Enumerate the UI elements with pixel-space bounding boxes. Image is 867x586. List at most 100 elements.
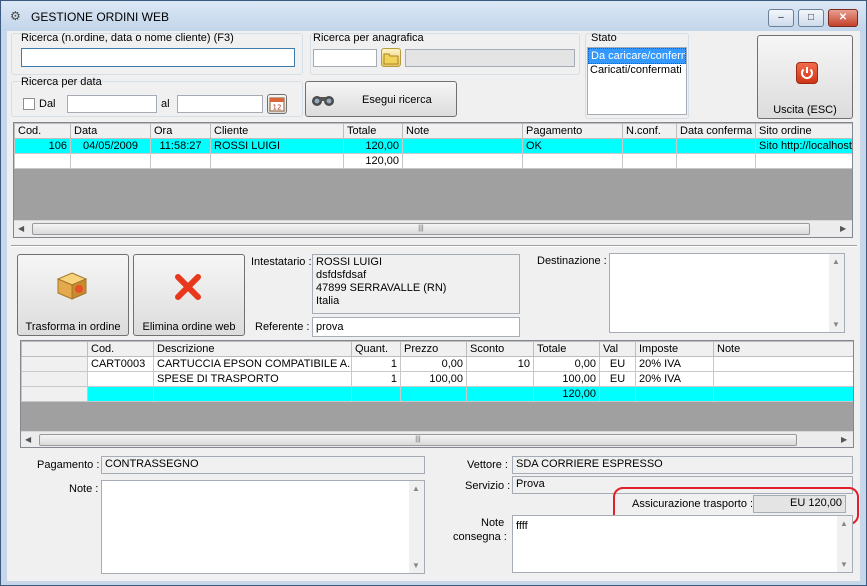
table-cell: EU bbox=[599, 356, 636, 372]
scroll-thumb[interactable]: ||| bbox=[32, 223, 810, 235]
column-header[interactable]: Cod. bbox=[14, 123, 71, 139]
table-row[interactable]: 120,00 bbox=[21, 386, 853, 402]
column-header[interactable] bbox=[21, 341, 88, 357]
scroll-right-icon[interactable]: ▶ bbox=[841, 435, 847, 444]
column-header[interactable]: Val bbox=[599, 341, 636, 357]
date-from-input[interactable] bbox=[67, 95, 157, 113]
scroll-down-icon[interactable]: ▼ bbox=[412, 561, 420, 570]
search-input[interactable] bbox=[21, 48, 295, 67]
table-cell bbox=[70, 153, 151, 169]
close-button[interactable]: ✕ bbox=[828, 9, 858, 27]
column-header[interactable]: Descrizione bbox=[153, 341, 352, 357]
reference-input[interactable]: prova bbox=[312, 317, 520, 337]
column-header[interactable]: Data bbox=[70, 123, 151, 139]
row-selector[interactable] bbox=[21, 386, 88, 402]
row-selector[interactable] bbox=[21, 356, 88, 372]
folder-icon[interactable] bbox=[381, 48, 401, 67]
destination-field[interactable] bbox=[609, 253, 845, 333]
transform-order-button[interactable]: Trasforma in ordine bbox=[17, 254, 129, 336]
column-header[interactable]: Sconto bbox=[466, 341, 534, 357]
minimize-button[interactable]: – bbox=[768, 9, 794, 27]
date-to-input[interactable] bbox=[177, 95, 263, 113]
column-header[interactable]: Cod. bbox=[87, 341, 154, 357]
notes-vertical-scrollbar[interactable]: ▲ ▼ bbox=[409, 481, 424, 573]
column-header[interactable]: Note bbox=[713, 341, 853, 357]
title-bar[interactable]: ⚙ GESTIONE ORDINI WEB – □ ✕ bbox=[1, 1, 866, 31]
holder-line: ROSSI LUIGI bbox=[316, 256, 383, 268]
table-cell: 20% IVA bbox=[635, 371, 714, 387]
column-header[interactable]: Note bbox=[402, 123, 523, 139]
stato-option[interactable]: Caricati/confermati bbox=[588, 64, 686, 76]
table-cell bbox=[713, 386, 853, 402]
table-row[interactable]: 106 04/05/2009 11:58:27 ROSSI LUIGI 120,… bbox=[14, 138, 852, 154]
scroll-right-icon[interactable]: ▶ bbox=[840, 224, 846, 233]
column-header[interactable]: Quant. bbox=[351, 341, 401, 357]
column-header[interactable]: Data conferma bbox=[676, 123, 756, 139]
table-row[interactable]: 120,00 bbox=[14, 153, 852, 169]
column-header[interactable]: Prezzo bbox=[400, 341, 467, 357]
stato-listbox[interactable]: Da caricare/confermare Caricati/conferma… bbox=[587, 47, 687, 115]
table-cell bbox=[150, 153, 211, 169]
delete-web-order-button[interactable]: Elimina ordine web bbox=[133, 254, 245, 336]
table-cell bbox=[466, 371, 534, 387]
binoculars-icon bbox=[312, 96, 334, 106]
notes-label: Note : bbox=[69, 483, 99, 495]
lines-horizontal-scrollbar[interactable]: ◀ ||| ▶ bbox=[21, 431, 853, 447]
column-header[interactable]: Cliente bbox=[210, 123, 344, 139]
delete-x-icon bbox=[174, 273, 202, 304]
anagrafica-code-input[interactable] bbox=[313, 49, 377, 67]
table-cell bbox=[402, 153, 523, 169]
table-cell bbox=[87, 371, 154, 387]
payment-field: CONTRASSEGNO bbox=[101, 456, 425, 474]
table-cell bbox=[599, 386, 636, 402]
destination-vertical-scrollbar[interactable]: ▲ ▼ bbox=[829, 254, 844, 332]
row-selector[interactable] bbox=[21, 371, 88, 387]
destination-label: Destinazione : bbox=[537, 255, 607, 267]
column-header[interactable]: Sito ordine bbox=[755, 123, 852, 139]
orders-header-row: Cod. Data Ora Cliente Totale Note Pagame… bbox=[14, 123, 852, 139]
delivery-notes-vertical-scrollbar[interactable]: ▲ ▼ bbox=[837, 516, 852, 572]
scroll-left-icon[interactable]: ◀ bbox=[25, 435, 31, 444]
table-cell bbox=[351, 386, 401, 402]
table-cell: 20% IVA bbox=[635, 356, 714, 372]
table-cell bbox=[676, 153, 756, 169]
exit-button[interactable]: Uscita (ESC) bbox=[757, 35, 853, 119]
scroll-thumb[interactable]: ||| bbox=[39, 434, 797, 446]
scroll-up-icon[interactable]: ▲ bbox=[840, 519, 848, 528]
column-header[interactable]: Totale bbox=[343, 123, 403, 139]
scroll-left-icon[interactable]: ◀ bbox=[18, 224, 24, 233]
orders-grid[interactable]: Cod. Data Ora Cliente Totale Note Pagame… bbox=[13, 122, 853, 238]
scroll-down-icon[interactable]: ▼ bbox=[840, 560, 848, 569]
section-divider bbox=[11, 245, 857, 247]
holder-line: Italia bbox=[316, 295, 340, 307]
calendar-icon[interactable]: 12 bbox=[267, 94, 287, 114]
app-icon: ⚙ bbox=[10, 9, 21, 23]
orders-horizontal-scrollbar[interactable]: ◀ ||| ▶ bbox=[14, 220, 852, 237]
search-button[interactable]: Esegui ricerca bbox=[305, 81, 457, 117]
table-row[interactable]: CART0003 CARTUCCIA EPSON COMPATIBILE A..… bbox=[21, 356, 853, 372]
insurance-label: Assicurazione trasporto : bbox=[632, 498, 754, 510]
column-header[interactable]: Imposte bbox=[635, 341, 714, 357]
stato-label: Stato bbox=[591, 32, 617, 44]
scroll-up-icon[interactable]: ▲ bbox=[412, 484, 420, 493]
scroll-down-icon[interactable]: ▼ bbox=[832, 320, 840, 329]
table-row[interactable]: SPESE DI TRASPORTO 1 100,00 100,00 EU 20… bbox=[21, 371, 853, 387]
holder-line: dsfdsfdsaf bbox=[316, 269, 367, 281]
table-cell bbox=[14, 153, 71, 169]
carrier-label: Vettore : bbox=[467, 459, 508, 471]
column-header[interactable]: Ora bbox=[150, 123, 211, 139]
delivery-notes-field[interactable]: ffff bbox=[512, 515, 853, 573]
stato-option-selected[interactable]: Da caricare/confermare bbox=[588, 48, 686, 64]
column-header[interactable]: Pagamento bbox=[522, 123, 623, 139]
scroll-up-icon[interactable]: ▲ bbox=[832, 257, 840, 266]
table-cell: 0,00 bbox=[400, 356, 467, 372]
order-lines-grid[interactable]: Cod. Descrizione Quant. Prezzo Sconto To… bbox=[20, 340, 854, 448]
date-filter-checkbox[interactable] bbox=[23, 98, 35, 110]
client-area: Ricerca (n.ordine, data o nome cliente) … bbox=[7, 31, 860, 581]
notes-field[interactable] bbox=[101, 480, 425, 574]
table-cell bbox=[87, 386, 154, 402]
table-cell bbox=[676, 138, 756, 154]
maximize-button[interactable]: □ bbox=[798, 9, 824, 27]
column-header[interactable]: Totale bbox=[533, 341, 600, 357]
column-header[interactable]: N.conf. bbox=[622, 123, 677, 139]
